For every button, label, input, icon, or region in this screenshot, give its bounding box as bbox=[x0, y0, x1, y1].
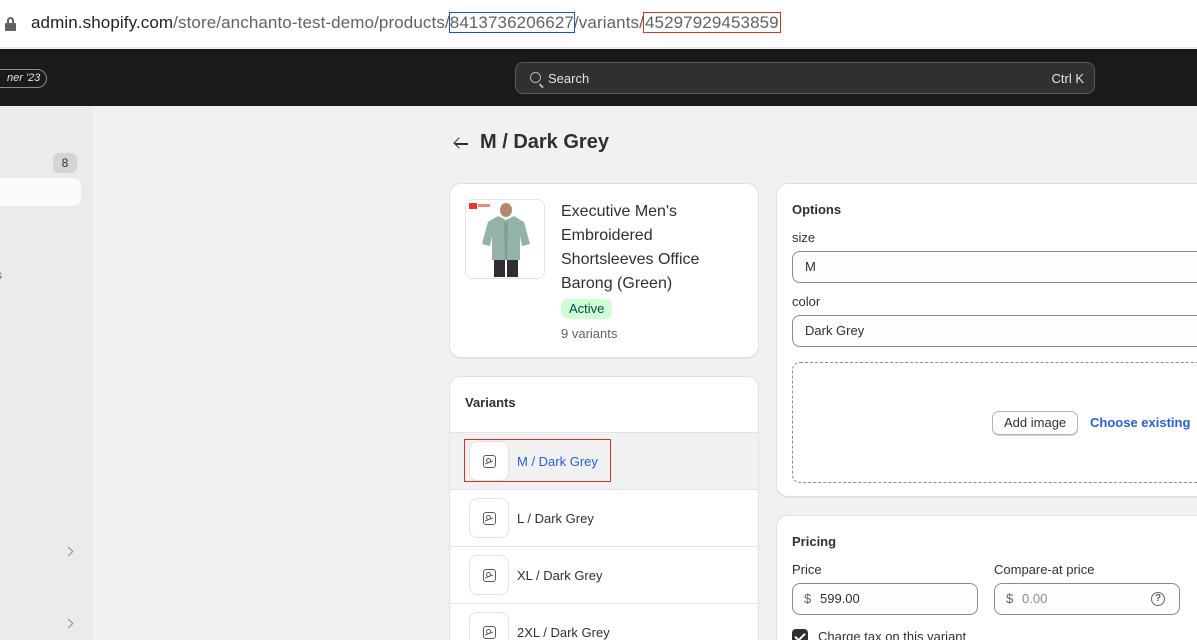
currency-symbol: $ bbox=[804, 591, 812, 606]
variant-count: 9 variants bbox=[561, 326, 618, 341]
variant-label: 2XL / Dark Grey bbox=[517, 625, 610, 640]
browser-address-bar[interactable]: admin.shopify.com/store/anchanto-test-de… bbox=[0, 0, 1197, 48]
variant-label: L / Dark Grey bbox=[517, 511, 594, 526]
size-field[interactable]: M bbox=[792, 251, 1197, 283]
page-title: M / Dark Grey bbox=[480, 131, 609, 153]
compare-price-placeholder: 0.00 bbox=[1022, 591, 1048, 606]
product-name[interactable]: Executive Men's Embroidered Shortsleeves… bbox=[561, 200, 741, 296]
color-field[interactable]: Dark Grey bbox=[792, 315, 1197, 347]
status-badge: Active bbox=[561, 299, 613, 319]
variant-thumbnail bbox=[469, 612, 509, 640]
search-icon bbox=[530, 72, 541, 83]
variant-thumbnail bbox=[469, 555, 509, 595]
back-arrow-icon[interactable] bbox=[453, 136, 471, 152]
lock-icon[interactable] bbox=[5, 17, 16, 31]
variant-label: XL / Dark Grey bbox=[517, 568, 603, 583]
sidebar: 8 s bbox=[0, 106, 93, 640]
variants-heading: Variants bbox=[465, 395, 516, 410]
url-path-variants: /variants/ bbox=[573, 13, 644, 32]
image-placeholder-icon bbox=[483, 512, 496, 525]
url-product-id: 8413736206627 bbox=[448, 12, 575, 33]
search-placeholder: Search bbox=[548, 71, 590, 86]
size-label: size bbox=[792, 230, 816, 245]
price-label: Price bbox=[792, 562, 822, 577]
nav-count-badge: 8 bbox=[53, 153, 77, 173]
variant-row-selected[interactable]: M / Dark Grey bbox=[450, 432, 758, 489]
annotation-highlight bbox=[464, 439, 611, 482]
edition-pill[interactable]: ner '23 bbox=[0, 69, 48, 88]
url-variant-id: 45297929453859 bbox=[642, 12, 781, 33]
choose-existing-link[interactable]: Choose existing bbox=[1090, 415, 1190, 430]
price-value: 599.00 bbox=[820, 591, 860, 606]
options-heading: Options bbox=[792, 202, 842, 217]
add-image-button[interactable]: Add image bbox=[992, 411, 1079, 435]
image-placeholder-icon bbox=[483, 626, 496, 639]
price-input[interactable]: $ 599.00 bbox=[792, 583, 978, 615]
variants-card: Variants M / Dark Grey L / Dark Grey XL … bbox=[449, 376, 759, 640]
help-question-icon[interactable]: ? bbox=[1151, 592, 1165, 606]
admin-topbar: ner '23 Search Ctrl K bbox=[0, 49, 1197, 106]
search-input[interactable]: Search Ctrl K bbox=[515, 62, 1095, 94]
pricing-heading: Pricing bbox=[792, 534, 837, 549]
charge-tax-checkbox[interactable] bbox=[792, 629, 808, 640]
image-placeholder-icon bbox=[483, 569, 496, 582]
options-card: Options size M color Dark Grey Add image… bbox=[776, 183, 1197, 497]
variant-row[interactable]: 2XL / Dark Grey bbox=[450, 603, 758, 640]
sidebar-item-fragment[interactable]: s bbox=[0, 268, 2, 282]
product-thumbnail[interactable] bbox=[465, 199, 545, 279]
url-text[interactable]: admin.shopify.com/store/anchanto-test-de… bbox=[31, 12, 781, 33]
variant-row[interactable]: XL / Dark Grey bbox=[450, 546, 758, 603]
currency-symbol: $ bbox=[1006, 591, 1014, 606]
image-dropzone[interactable]: Add image Choose existing bbox=[792, 362, 1197, 483]
url-path-store: /store/anchanto-test-demo/products/ bbox=[173, 13, 450, 32]
compare-price-input[interactable]: $ 0.00 ? bbox=[994, 583, 1180, 615]
variant-thumbnail bbox=[469, 498, 509, 538]
url-host: admin.shopify.com bbox=[31, 13, 174, 32]
charge-tax-label[interactable]: Charge tax on this variant bbox=[818, 629, 966, 640]
product-summary-card: Executive Men's Embroidered Shortsleeves… bbox=[449, 183, 759, 358]
pricing-card: Pricing Price $ 599.00 Compare-at price … bbox=[776, 515, 1197, 640]
variant-row[interactable]: L / Dark Grey bbox=[450, 489, 758, 546]
chevron-right-icon[interactable] bbox=[63, 618, 74, 629]
chevron-right-icon[interactable] bbox=[63, 546, 74, 557]
sidebar-item-selected[interactable] bbox=[0, 178, 81, 206]
search-shortcut: Ctrl K bbox=[1051, 71, 1085, 86]
color-label: color bbox=[792, 294, 821, 309]
compare-price-label: Compare-at price bbox=[994, 562, 1095, 577]
shirt-image-icon bbox=[466, 200, 544, 278]
